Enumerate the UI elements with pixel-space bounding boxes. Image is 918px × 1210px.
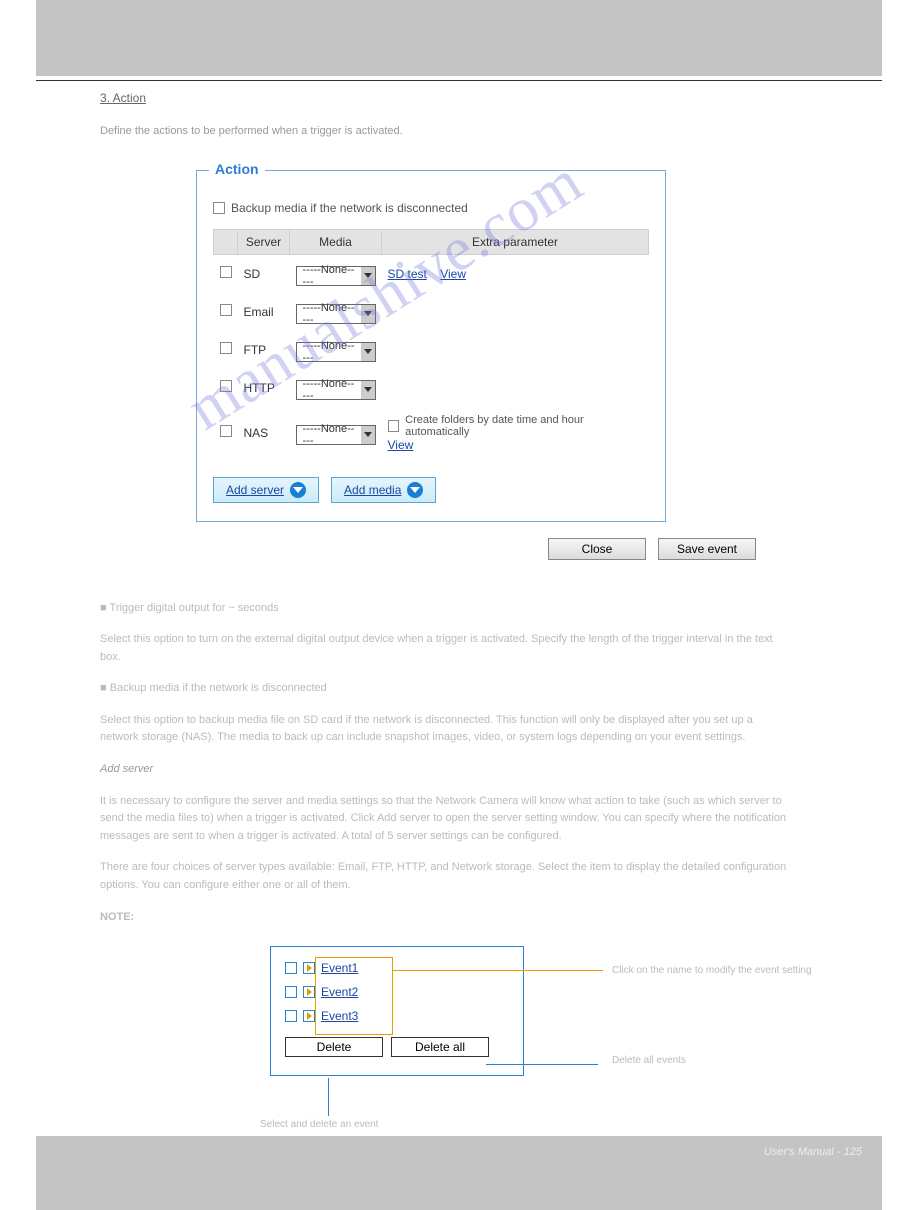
chevron-down-icon <box>407 482 423 498</box>
event1-checkbox[interactable] <box>285 962 297 974</box>
annotation-delete: Select and delete an event <box>260 1118 460 1131</box>
table-row: HTTP -----None----- <box>214 369 649 407</box>
row-nas-checkbox[interactable] <box>220 425 232 437</box>
event-list-box: Event1 Event2 Event3 Delete Delete all <box>270 946 524 1076</box>
callout-line <box>328 1078 329 1116</box>
event3-checkbox[interactable] <box>285 1010 297 1022</box>
event2-checkbox[interactable] <box>285 986 297 998</box>
arrow-icon[interactable] <box>303 986 315 998</box>
action-fieldset: Action Backup media if the network is di… <box>196 170 666 522</box>
body-text: ■ Trigger digital output for ~ seconds S… <box>100 600 790 927</box>
table-row: NAS -----None----- Create folders by dat… <box>214 407 649 459</box>
row-email-select[interactable]: -----None----- <box>296 304 376 324</box>
col-server: Server <box>238 229 290 254</box>
table-row: FTP -----None----- <box>214 331 649 369</box>
nas-auto-label: Create folders by date time and hour aut… <box>405 414 642 438</box>
save-event-button[interactable]: Save event <box>658 538 756 560</box>
row-http-select[interactable]: -----None----- <box>296 380 376 400</box>
row-sd-select[interactable]: -----None----- <box>296 266 376 286</box>
chevron-down-icon <box>290 482 306 498</box>
sd-view-link[interactable]: View <box>440 267 466 281</box>
add-server-button[interactable]: Add server <box>213 477 319 503</box>
list-item: Event1 <box>285 961 509 975</box>
nas-view-link[interactable]: View <box>388 438 414 452</box>
fieldset-legend: Action <box>209 161 265 177</box>
list-item: Event3 <box>285 1009 509 1023</box>
delete-button[interactable]: Delete <box>285 1037 383 1057</box>
chevron-down-icon <box>361 305 374 323</box>
chevron-down-icon <box>361 343 374 361</box>
arrow-icon[interactable] <box>303 1010 315 1022</box>
row-sd-name: SD <box>238 254 290 293</box>
close-button[interactable]: Close <box>548 538 646 560</box>
nas-auto-checkbox[interactable] <box>388 420 400 432</box>
delete-all-button[interactable]: Delete all <box>391 1037 489 1057</box>
chevron-down-icon <box>361 381 374 399</box>
list-item: Event2 <box>285 985 509 999</box>
annotation-delete-all: Delete all events <box>612 1054 852 1067</box>
action-table: Server Media Extra parameter SD -----Non… <box>213 229 649 459</box>
intro-text: Define the actions to be performed when … <box>100 123 790 140</box>
row-email-checkbox[interactable] <box>220 304 232 316</box>
row-nas-select[interactable]: -----None----- <box>296 425 376 445</box>
col-extra: Extra parameter <box>382 229 649 254</box>
table-row: Email -----None----- <box>214 293 649 331</box>
sd-test-link[interactable]: SD test <box>388 267 427 281</box>
backup-label: Backup media if the network is disconnec… <box>231 201 468 215</box>
chevron-down-icon <box>361 426 374 444</box>
event1-link[interactable]: Event1 <box>321 961 358 975</box>
table-row: SD -----None----- SD test View <box>214 254 649 293</box>
row-ftp-checkbox[interactable] <box>220 342 232 354</box>
header-bar <box>36 0 882 76</box>
annotation-modify: Click on the name to modify the event se… <box>612 964 852 977</box>
section-title: 3. Action <box>100 91 146 105</box>
row-http-name: HTTP <box>238 369 290 407</box>
row-ftp-select[interactable]: -----None----- <box>296 342 376 362</box>
add-media-button[interactable]: Add media <box>331 477 436 503</box>
backup-checkbox[interactable] <box>213 202 225 214</box>
arrow-icon[interactable] <box>303 962 315 974</box>
row-email-name: Email <box>238 293 290 331</box>
row-http-checkbox[interactable] <box>220 380 232 392</box>
event3-link[interactable]: Event3 <box>321 1009 358 1023</box>
footer-bar: User's Manual - 125 <box>36 1136 882 1210</box>
row-ftp-name: FTP <box>238 331 290 369</box>
event2-link[interactable]: Event2 <box>321 985 358 999</box>
page-number: User's Manual - 125 <box>764 1146 862 1158</box>
col-blank <box>214 229 238 254</box>
callout-line <box>486 1064 598 1065</box>
col-media: Media <box>290 229 382 254</box>
chevron-down-icon <box>361 267 374 285</box>
row-sd-checkbox[interactable] <box>220 266 232 278</box>
row-nas-name: NAS <box>238 407 290 459</box>
